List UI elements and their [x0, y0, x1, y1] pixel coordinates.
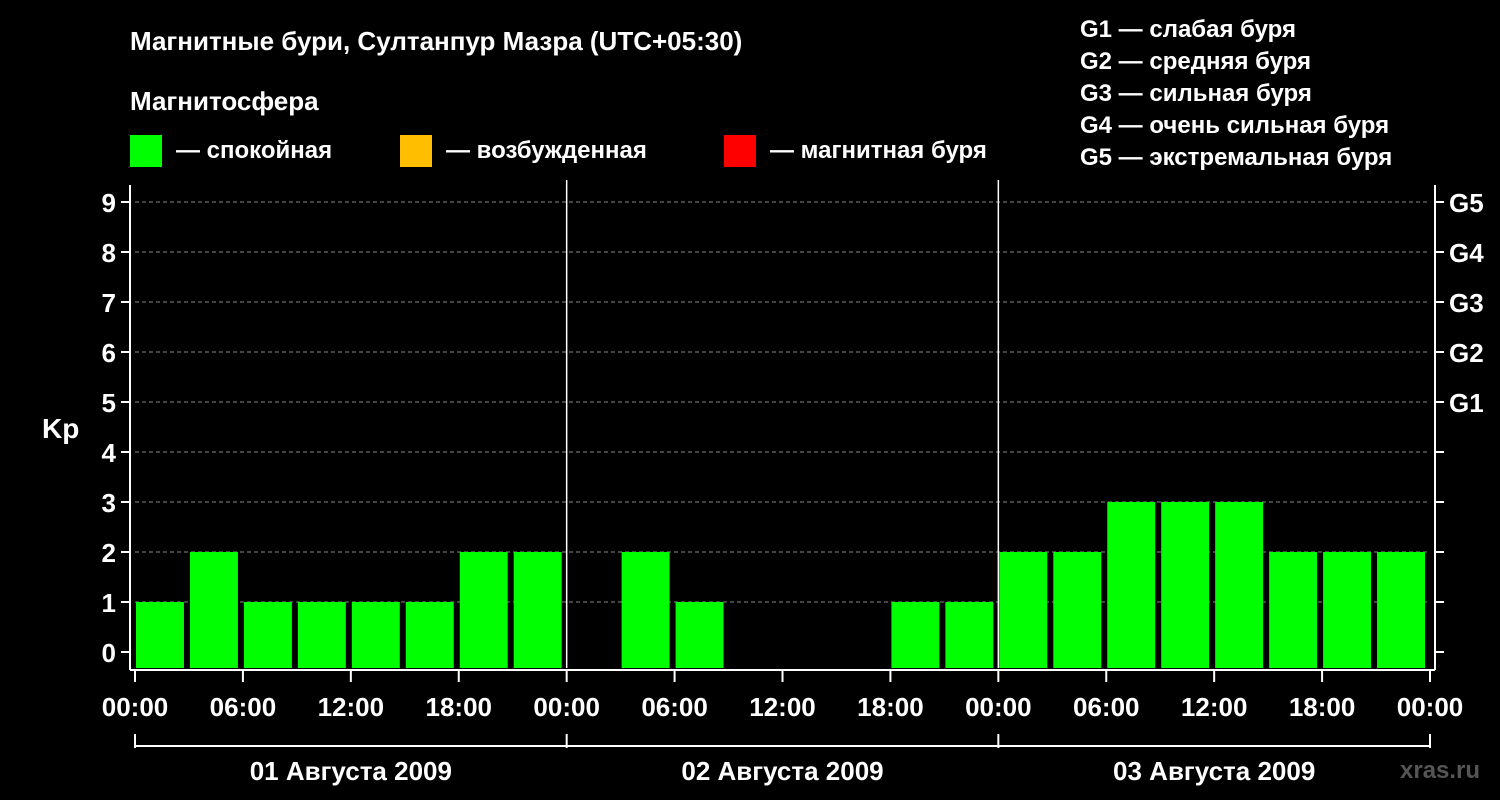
- y-tick-label: 7: [102, 288, 116, 318]
- storm-scale-g1: G1 — слабая буря: [1080, 16, 1296, 43]
- y-tick-label: 8: [102, 238, 116, 268]
- legend-swatch-storm: [724, 135, 756, 167]
- kp-bar: [351, 602, 400, 668]
- kp-bar: [1161, 502, 1210, 668]
- y-tick-label: 5: [102, 388, 116, 418]
- x-tick-label: 06:00: [641, 692, 708, 722]
- chart-subtitle: Магнитосфера: [130, 86, 319, 116]
- right-axis-label: G3: [1449, 288, 1484, 318]
- chart-title: Магнитные бури, Султанпур Мазра (UTC+05:…: [130, 26, 742, 56]
- kp-bar: [1107, 502, 1156, 668]
- kp-bar: [1215, 502, 1264, 668]
- storm-scale-g4: G4 — очень сильная буря: [1080, 112, 1389, 139]
- right-axis-label: G1: [1449, 388, 1484, 418]
- legend-swatch-active: [400, 135, 432, 167]
- x-tick-label: 12:00: [318, 692, 385, 722]
- kp-bar: [297, 602, 346, 668]
- x-tick-label: 18:00: [1289, 692, 1356, 722]
- legend-label-storm: — магнитная буря: [770, 137, 987, 164]
- y-axis-label: Kp: [42, 413, 79, 444]
- storm-scale-g3: G3 — сильная буря: [1080, 80, 1312, 107]
- x-tick-label: 06:00: [1073, 692, 1140, 722]
- y-tick-label: 3: [102, 488, 116, 518]
- kp-bar: [136, 602, 184, 668]
- kp-bar: [675, 602, 724, 668]
- day-label: 01 Августа 2009: [250, 756, 452, 786]
- kp-chart: Магнитные бури, Султанпур Мазра (UTC+05:…: [0, 0, 1500, 800]
- kp-bar: [1377, 552, 1425, 668]
- kp-bar: [621, 552, 670, 668]
- kp-bar: [1323, 552, 1372, 668]
- kp-bar: [999, 552, 1048, 668]
- x-tick-label: 18:00: [857, 692, 924, 722]
- y-tick-label: 4: [102, 438, 117, 468]
- legend-label-active: — возбужденная: [446, 137, 647, 164]
- y-tick-label: 0: [102, 638, 116, 668]
- legend-swatch-quiet: [130, 135, 162, 167]
- day-label: 02 Августа 2009: [681, 756, 883, 786]
- x-tick-label: 06:00: [210, 692, 277, 722]
- x-tick-label: 00:00: [1397, 692, 1464, 722]
- y-tick-label: 2: [102, 538, 116, 568]
- x-tick-label: 00:00: [102, 692, 169, 722]
- y-tick-label: 9: [102, 188, 116, 218]
- right-axis-label: G5: [1449, 188, 1484, 218]
- storm-scale-g5: G5 — экстремальная буря: [1080, 144, 1392, 171]
- right-axis-label: G4: [1449, 238, 1484, 268]
- kp-bar: [891, 602, 940, 668]
- x-tick-label: 00:00: [533, 692, 600, 722]
- x-tick-label: 12:00: [749, 692, 816, 722]
- kp-bar: [405, 602, 454, 668]
- kp-bar: [1269, 552, 1318, 668]
- kp-bar: [513, 552, 562, 668]
- watermark: xras.ru: [1400, 757, 1480, 784]
- kp-bar: [1053, 552, 1102, 668]
- x-tick-label: 18:00: [426, 692, 493, 722]
- kp-bar: [459, 552, 508, 668]
- y-tick-label: 6: [102, 338, 116, 368]
- legend: — спокойная — возбужденная — магнитная б…: [130, 135, 987, 167]
- legend-label-quiet: — спокойная: [176, 137, 332, 164]
- right-axis-label: G2: [1449, 338, 1484, 368]
- day-label: 03 Августа 2009: [1113, 756, 1315, 786]
- x-tick-label: 00:00: [965, 692, 1032, 722]
- kp-bar: [945, 602, 994, 668]
- kp-bar: [189, 552, 238, 668]
- kp-bar: [243, 602, 292, 668]
- y-tick-label: 1: [102, 588, 116, 618]
- storm-scale-g2: G2 — средняя буря: [1080, 48, 1311, 75]
- x-tick-label: 12:00: [1181, 692, 1248, 722]
